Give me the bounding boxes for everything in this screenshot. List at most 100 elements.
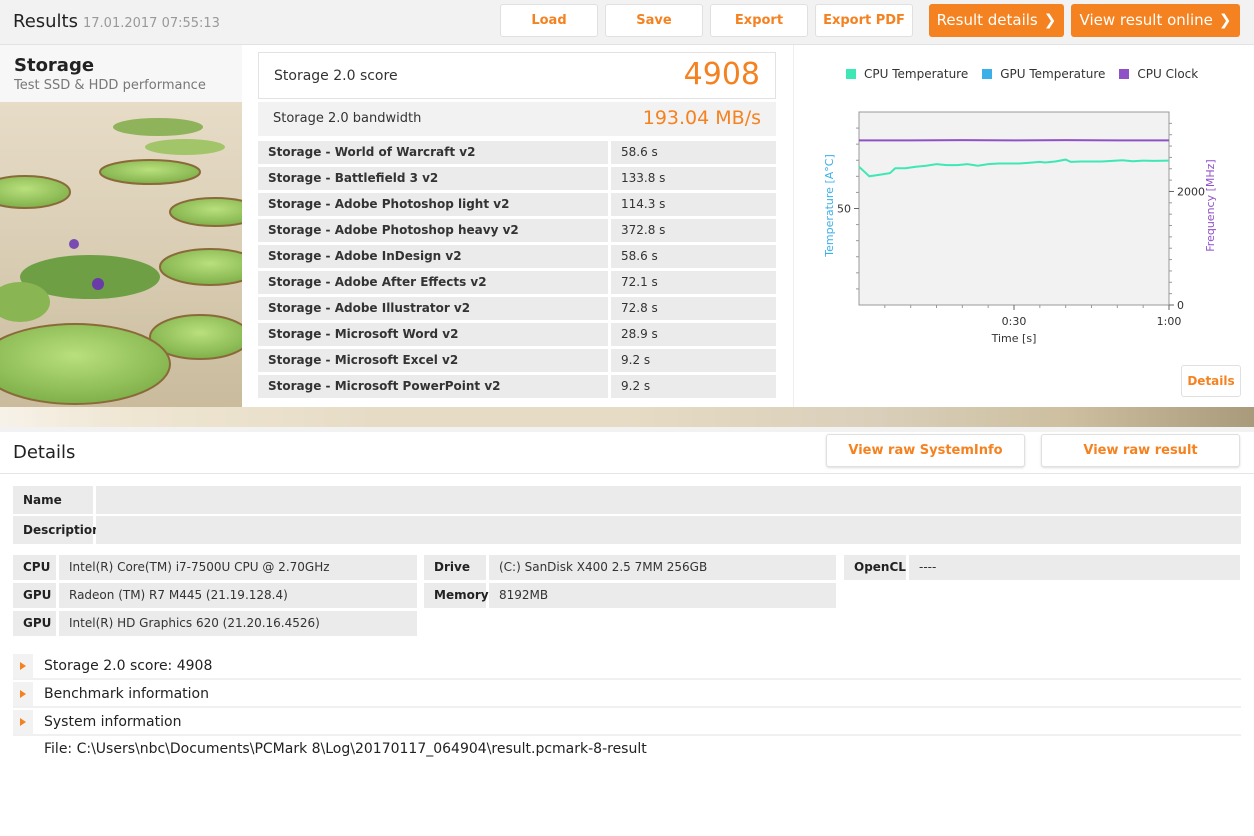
- details-divider: [0, 473, 1254, 474]
- table-row: Storage - Microsoft Excel v2 9.2 s: [258, 349, 776, 372]
- expand-arrow-icon[interactable]: [13, 654, 33, 678]
- gpu-value: Radeon (TM) R7 M445 (21.19.128.4): [59, 583, 417, 608]
- result-name: Storage - Adobe After Effects v2: [258, 271, 608, 294]
- load-button[interactable]: Load: [500, 4, 598, 37]
- legend-label: CPU Clock: [1137, 67, 1199, 81]
- test-panel: Storage Test SSD & HDD performance: [0, 45, 242, 407]
- view-raw-result-button[interactable]: View raw result: [1041, 434, 1240, 467]
- table-row: Storage - World of Warcraft v2 58.6 s: [258, 141, 776, 164]
- description-row: Description: [13, 516, 1241, 544]
- result-date: 17.01.2017 07:55:13: [83, 16, 220, 31]
- expander-system-info[interactable]: System information: [13, 710, 1241, 736]
- score-label: Storage 2.0 score: [274, 68, 398, 84]
- legend-swatch: [846, 69, 856, 79]
- x-tick-label: 0:30: [1002, 315, 1027, 328]
- gpu-label: GPU: [13, 583, 56, 608]
- page-title: Results: [13, 11, 78, 32]
- result-value: 9.2 s: [611, 349, 776, 372]
- test-title: Storage: [14, 55, 95, 76]
- description-label: Description: [13, 516, 101, 544]
- drive-label: Drive: [424, 555, 486, 580]
- cpu-row: CPU Intel(R) Core(TM) i7-7500U CPU @ 2.7…: [13, 555, 417, 580]
- description-value: [96, 516, 1241, 544]
- chevron-right-icon: ❯: [1218, 11, 1232, 29]
- expander-label: System information: [44, 714, 182, 730]
- table-row: Storage - Microsoft PowerPoint v2 9.2 s: [258, 375, 776, 398]
- result-name: Storage - Adobe InDesign v2: [258, 245, 608, 268]
- name-label: Name: [13, 486, 93, 514]
- memory-row: Memory 8192MB: [424, 583, 836, 608]
- result-value: 114.3 s: [611, 193, 776, 216]
- result-value: 58.6 s: [611, 141, 776, 164]
- result-name: Storage - Microsoft Word v2: [258, 323, 608, 346]
- table-row: Storage - Adobe Photoshop heavy v2 372.8 …: [258, 219, 776, 242]
- chart-details-button[interactable]: Details: [1181, 365, 1241, 397]
- view-raw-systeminfo-button[interactable]: View raw SystemInfo: [826, 434, 1025, 467]
- cpu-label: CPU: [13, 555, 56, 580]
- table-row: Storage - Microsoft Word v2 28.9 s: [258, 323, 776, 346]
- test-subtitle: Test SSD & HDD performance: [14, 78, 206, 93]
- result-name: Storage - Microsoft PowerPoint v2: [258, 375, 608, 398]
- test-image: [0, 102, 242, 407]
- bandwidth-box: Storage 2.0 bandwidth 193.04 MB/s: [258, 102, 776, 136]
- expand-arrow-icon[interactable]: [13, 710, 33, 734]
- name-row: Name: [13, 486, 1241, 514]
- legend-item: GPU Temperature: [982, 67, 1105, 81]
- table-row: Storage - Adobe InDesign v2 58.6 s: [258, 245, 776, 268]
- result-name: Storage - Microsoft Excel v2: [258, 349, 608, 372]
- export-button[interactable]: Export: [710, 4, 808, 37]
- table-row: Storage - Adobe Illustrator v2 72.8 s: [258, 297, 776, 320]
- memory-value: 8192MB: [489, 583, 836, 608]
- opencl-row: OpenCL ----: [844, 555, 1240, 580]
- result-value: 72.1 s: [611, 271, 776, 294]
- result-file-path: File: C:\Users\nbc\Documents\PCMark 8\Lo…: [44, 741, 647, 757]
- expander-benchmark-info[interactable]: Benchmark information: [13, 682, 1241, 708]
- x-axis-title: Time [s]: [991, 332, 1037, 345]
- expander-label: Storage 2.0 score: 4908: [44, 658, 213, 674]
- result-name: Storage - Adobe Photoshop light v2: [258, 193, 608, 216]
- expander-score[interactable]: Storage 2.0 score: 4908: [13, 654, 1241, 680]
- result-name: Storage - Battlefield 3 v2: [258, 167, 608, 190]
- gpu-row: GPU Intel(R) HD Graphics 620 (21.20.16.4…: [13, 611, 417, 636]
- top-bar: Results 17.01.2017 07:55:13 Load Save Ex…: [0, 0, 1254, 45]
- bandwidth-value: 193.04 MB/s: [642, 107, 761, 129]
- legend-swatch: [982, 69, 993, 79]
- gpu-row: GPU Radeon (TM) R7 M445 (21.19.128.4): [13, 583, 417, 608]
- gpu-value: Intel(R) HD Graphics 620 (21.20.16.4526): [59, 611, 417, 636]
- result-value: 28.9 s: [611, 323, 776, 346]
- score-box: Storage 2.0 score 4908: [258, 52, 776, 99]
- gpu-label: GPU: [13, 611, 56, 636]
- expand-arrow-icon[interactable]: [13, 682, 33, 706]
- table-row: Storage - Adobe After Effects v2 72.1 s: [258, 271, 776, 294]
- result-name: Storage - Adobe Illustrator v2: [258, 297, 608, 320]
- result-value: 72.8 s: [611, 297, 776, 320]
- export-pdf-button[interactable]: Export PDF: [815, 4, 913, 37]
- y-right-tick-label: 0: [1177, 299, 1184, 312]
- legend-item: CPU Clock: [1119, 67, 1198, 81]
- memory-label: Memory: [424, 583, 489, 608]
- details-title: Details: [13, 442, 76, 463]
- result-value: 58.6 s: [611, 245, 776, 268]
- result-details-button[interactable]: Result details ❯: [929, 4, 1064, 37]
- monitoring-chart: 0:30 1:00 50 2000 0 Time [s] Temperature [A°C]…: [823, 111, 1217, 345]
- chart-legend: CPU Temperature GPU Temperature CPU Clock: [846, 67, 1212, 81]
- table-row: Storage - Battlefield 3 v2 133.8 s: [258, 167, 776, 190]
- chevron-right-icon: ❯: [1043, 11, 1057, 29]
- y-right-axis-title: Frequency [MHz]: [1204, 159, 1217, 251]
- drive-value: (C:) SanDisk X400 2.5 7MM 256GB: [489, 555, 836, 580]
- opencl-value: ----: [909, 555, 1240, 580]
- view-result-online-button[interactable]: View result online ❯: [1071, 4, 1240, 37]
- results-table: Storage - World of Warcraft v2 58.6 s Stor…: [258, 141, 776, 401]
- legend-item: CPU Temperature: [846, 67, 968, 81]
- drive-row: Drive (C:) SanDisk X400 2.5 7MM 256GB: [424, 555, 836, 580]
- opencl-label: OpenCL: [844, 555, 906, 580]
- legend-label: GPU Temperature: [1000, 67, 1106, 81]
- name-value: [96, 486, 1241, 514]
- y-left-tick-label: 50: [837, 203, 851, 216]
- table-row: Storage - Adobe Photoshop light v2 114.3 …: [258, 193, 776, 216]
- save-button[interactable]: Save: [605, 4, 703, 37]
- y-right-tick-label: 2000: [1177, 185, 1205, 198]
- legend-swatch: [1119, 69, 1130, 79]
- legend-label: CPU Temperature: [864, 67, 969, 81]
- result-name: Storage - Adobe Photoshop heavy v2: [258, 219, 608, 242]
